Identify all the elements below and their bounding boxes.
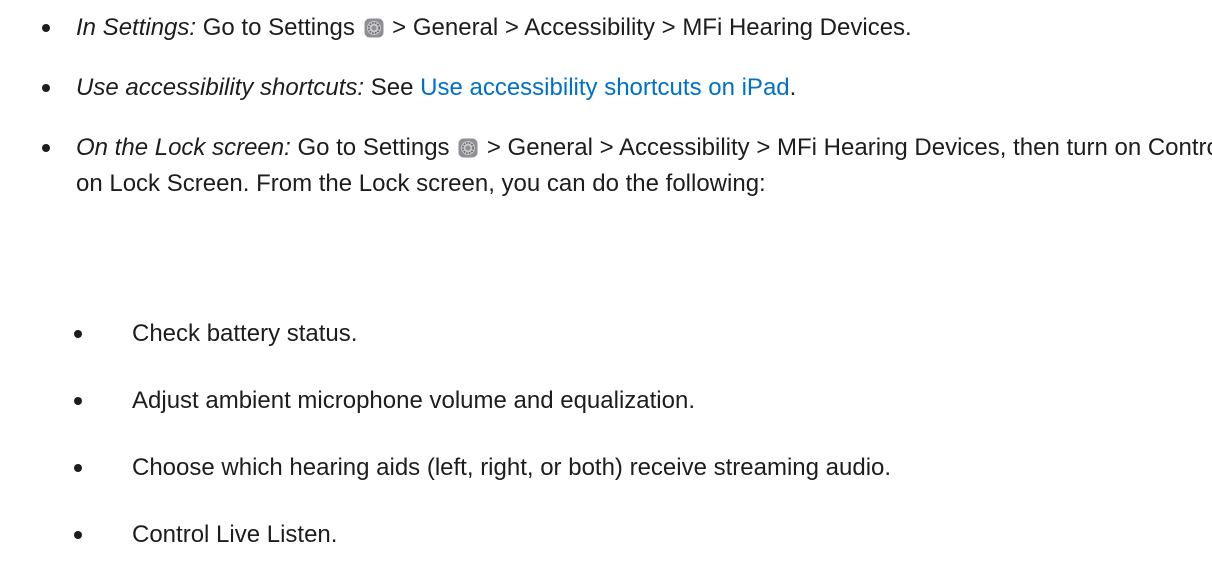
document: In Settings: Go to Settings > General > … [0,0,1212,573]
item-lead: In Settings: [76,14,197,41]
sub-list-item: Control Live Listen. [74,517,1212,553]
item-lead: On the Lock screen: [76,134,291,161]
bullet [42,24,50,32]
item-text: Go to Settings [196,14,362,41]
item-text: > General > Accessibility > MFi Hearing … [385,14,912,41]
list-item-lock-screen: On the Lock screen: Go to Settings > Gen… [42,130,1212,202]
sub-list-item: Check battery status. [74,316,1212,352]
bullet [74,464,82,472]
bullet [42,144,50,152]
list-item-shortcuts: Use accessibility shortcuts: See Use acc… [42,70,1212,106]
item-text: Go to Settings [290,134,457,161]
bullet [74,397,82,405]
accessibility-shortcuts-link[interactable]: Use accessibility shortcuts on iPad [420,74,790,101]
sub-list-item: Adjust ambient microphone volume and equ… [74,383,1212,419]
item-text: See [364,74,421,101]
item-lead: Use accessibility shortcuts: [76,74,365,101]
sub-list-item: Choose which hearing aids (left, right, … [74,450,1212,486]
bullet [42,84,50,92]
sub-item-text: Control Live Listen. [132,521,338,548]
settings-gear-icon [458,138,478,158]
sub-item-text: Adjust ambient microphone volume and equ… [132,387,696,414]
item-text: . [789,74,797,101]
bullet [74,531,82,539]
sub-item-text: Choose which hearing aids (left, right, … [132,454,892,481]
list-item-in-settings: In Settings: Go to Settings > General > … [42,10,1212,46]
sub-item-text: Check battery status. [132,320,358,347]
bullet [74,330,82,338]
settings-gear-icon [364,18,383,38]
